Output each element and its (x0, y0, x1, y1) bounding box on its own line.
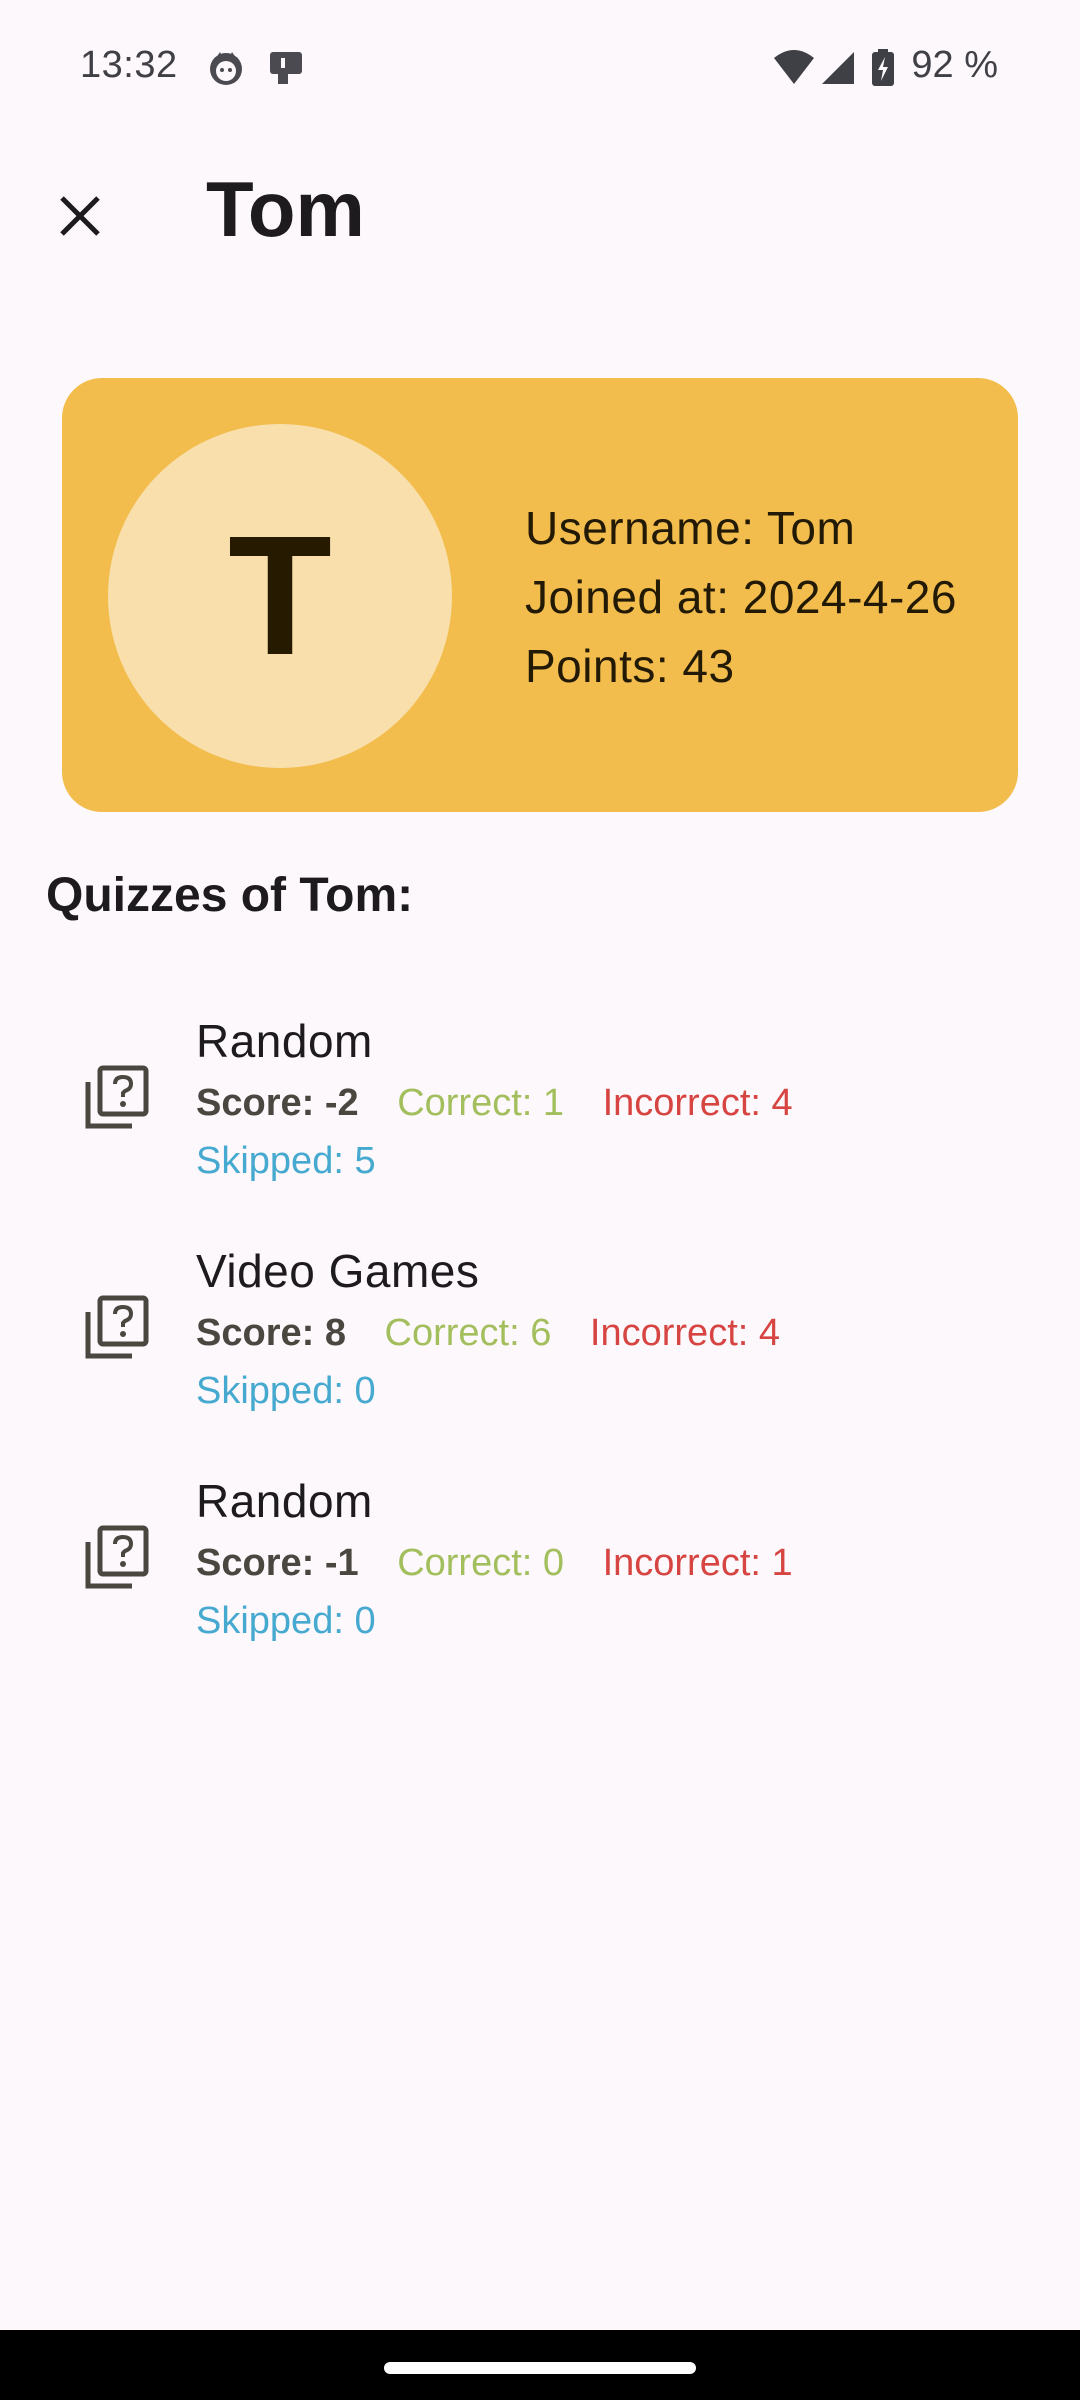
quiz-incorrect: Incorrect: 1 (602, 1542, 793, 1584)
username-text: Username: Tom (525, 502, 856, 554)
quiz-skipped: Skipped: 5 (196, 1140, 376, 1182)
battery-charging-icon (872, 49, 894, 86)
profile-screen: 13:32 92 % Tom T Username: Tom Joined at… (0, 0, 1080, 2400)
avatar: T (108, 424, 452, 768)
device-notification-icon (270, 52, 302, 84)
cat-notification-icon (210, 52, 242, 85)
quiz-stats: Score: -1 Correct: 0 Incorrect: 1 (196, 1542, 793, 1585)
navigation-bar (0, 2330, 1080, 2400)
quiz-icon (85, 1295, 149, 1359)
list-item[interactable]: Random Score: -2 Correct: 1 Incorrect: 4… (0, 1000, 1080, 1230)
status-time: 13:32 (80, 44, 178, 86)
signal-icon (822, 52, 854, 84)
quiz-correct: Correct: 0 (397, 1542, 565, 1584)
quiz-score: Score: -1 (196, 1542, 359, 1584)
status-bar: 13:32 92 % (0, 0, 1080, 136)
list-item[interactable]: Random Score: -1 Correct: 0 Incorrect: 1… (0, 1460, 1080, 1690)
quiz-score: Score: 8 (196, 1312, 346, 1354)
close-icon (60, 196, 100, 236)
quiz-stats: Score: -2 Correct: 1 Incorrect: 4 (196, 1082, 793, 1125)
page-title: Tom (206, 165, 365, 253)
quiz-icon (85, 1065, 149, 1129)
avatar-letter: T (228, 501, 332, 691)
quiz-stats: Score: 8 Correct: 6 Incorrect: 4 (196, 1312, 780, 1355)
quiz-score: Score: -2 (196, 1082, 359, 1124)
joined-date-text: Joined at: 2024-4-26 (525, 571, 957, 623)
home-gesture-handle[interactable] (384, 2362, 696, 2374)
quizzes-heading: Quizzes of Tom: (46, 869, 414, 922)
quiz-correct: Correct: 1 (397, 1082, 565, 1124)
quiz-incorrect: Incorrect: 4 (589, 1312, 780, 1354)
close-button[interactable] (40, 176, 120, 256)
points-text: Points: 43 (525, 640, 735, 692)
quiz-icon (85, 1525, 149, 1589)
quiz-skipped: Skipped: 0 (196, 1600, 376, 1642)
quiz-title: Video Games (196, 1245, 480, 1297)
quiz-title: Random (196, 1475, 373, 1527)
quiz-skipped: Skipped: 0 (196, 1370, 376, 1412)
list-item[interactable]: Video Games Score: 8 Correct: 6 Incorrec… (0, 1230, 1080, 1460)
quiz-correct: Correct: 6 (384, 1312, 552, 1354)
quiz-incorrect: Incorrect: 4 (602, 1082, 793, 1124)
wifi-icon (774, 50, 814, 84)
quiz-title: Random (196, 1015, 373, 1067)
quiz-list: Random Score: -2 Correct: 1 Incorrect: 4… (0, 1000, 1080, 1690)
profile-card: T Username: Tom Joined at: 2024-4-26 Poi… (62, 378, 1018, 812)
battery-percentage: 92 % (911, 44, 998, 86)
app-bar: Tom (0, 136, 1080, 296)
profile-info: Username: Tom Joined at: 2024-4-26 Point… (525, 494, 957, 701)
